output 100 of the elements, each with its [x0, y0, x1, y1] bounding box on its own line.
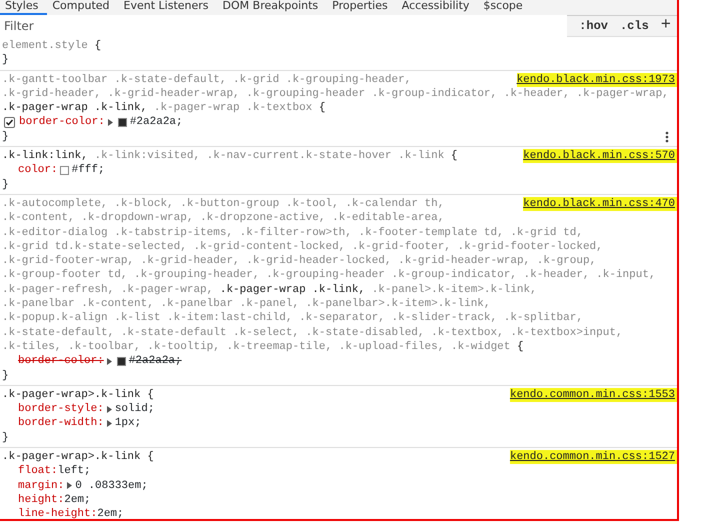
css-selector: .k-widget [450, 340, 510, 353]
css-selector: .k-tiles, [2, 340, 62, 353]
css-selector: .k-calendar th, [345, 198, 444, 210]
property-value: 2em; [64, 492, 91, 508]
property-name: border-color: [19, 115, 105, 130]
opening-brace: { [450, 150, 458, 162]
expand-triangle-icon[interactable] [66, 482, 74, 490]
css-selector: .k-splitbar, [504, 312, 583, 324]
property-value: 2em; [97, 507, 124, 519]
property-name: float: [18, 464, 58, 479]
property-value: solid; [114, 402, 154, 416]
opening-brace: { [517, 340, 524, 353]
css-selector: .k-content, [2, 212, 75, 224]
more-icon[interactable] [665, 130, 669, 143]
devtools-tab[interactable]: Properties [327, 0, 397, 15]
devtools-tab[interactable]: DOM Breakpoints [218, 0, 328, 15]
css-selector: .k-pager-wrap .k-textbox [154, 102, 312, 114]
css-selector: .k-dropdown-wrap, [81, 212, 194, 224]
expand-triangle-icon[interactable] [106, 358, 113, 365]
css-selector: .k-footer-template td, [358, 226, 504, 239]
color-swatch[interactable] [116, 356, 126, 366]
property-value: left; [58, 464, 91, 479]
css-selector: .k-grid-content-locked, [193, 240, 346, 253]
css-selector: .k-separator, [299, 312, 385, 324]
devtools-tab[interactable]: $scope [478, 0, 532, 15]
devtools-tab[interactable]: Computed [47, 0, 119, 15]
css-selector: .k-block, [114, 198, 174, 210]
closing-brace: } [2, 53, 9, 68]
css-selector: .k-state-default .k-select, [120, 326, 300, 339]
color-swatch[interactable] [60, 166, 69, 176]
source-link[interactable]: kendo.black.min.css:470 [523, 196, 677, 212]
color-swatch[interactable] [118, 118, 127, 128]
property-name: height: [18, 492, 64, 508]
property-name: margin: [18, 478, 64, 493]
property-value: 1px; [114, 416, 142, 431]
css-selector: .k-header, [504, 88, 570, 100]
css-selector: .k-gantt-toolbar .k-state-default, [2, 74, 226, 86]
css-selector: .k-state-disabled, [306, 326, 424, 339]
css-selector: .k-grid-footer-wrap, [2, 255, 134, 268]
css-selector: .k-pager-wrap .k-link, [220, 284, 366, 296]
source-link[interactable]: kendo.black.min.css:1973 [516, 72, 677, 87]
property-value: 0 .08333em; [75, 478, 148, 493]
css-selector: .k-toolbar, [68, 340, 141, 353]
css-selector: .k-panelbar .k-panel, [160, 298, 300, 310]
css-selector: .k-link:link, [2, 150, 88, 162]
closing-brace: } [2, 130, 9, 144]
opening-brace: { [147, 388, 154, 401]
css-selector: .k-editor-dialog .k-tabstrip-items, [2, 226, 234, 239]
css-selector: .k-group-footer td, [2, 269, 128, 282]
css-selector: .k-pager-wrap, [120, 284, 214, 296]
expand-triangle-icon[interactable] [106, 420, 113, 428]
css-selector: .k-button-group .k-tool, [180, 198, 339, 210]
property-name: color: [18, 163, 58, 178]
css-selector: .k-grid td, [510, 226, 583, 239]
source-link[interactable]: kendo.common.min.css:1553 [510, 388, 677, 402]
property-value: #2a2a2a; [128, 354, 182, 369]
css-selector: .k-grid td.k-state-selected, [2, 240, 187, 253]
css-selector: .k-grid-footer, [352, 240, 451, 253]
css-selector: .k-grid-header-wrap, [398, 255, 530, 268]
source-link[interactable]: kendo.black.min.css:570 [523, 149, 677, 164]
css-selector: .k-pager-wrap .k-link, [2, 102, 148, 114]
css-selector: .k-header, [524, 269, 590, 282]
css-selector: .k-treemap-tile, [226, 340, 332, 353]
property-value: #2a2a2a; [130, 115, 183, 130]
toolbar-toggle[interactable]: .cls [614, 15, 655, 37]
closing-brace: } [2, 430, 9, 446]
property-name: border-color: [18, 354, 104, 369]
css-selector: .k-pager-wrap>.k-link [2, 451, 141, 464]
property-name: line-height: [18, 507, 98, 519]
css-selector: .k-pager-wrap>.k-link [2, 388, 141, 401]
css-selector: .k-grouping-header .k-group-indicator, [246, 88, 498, 100]
css-selector: .k-state-default, [2, 326, 114, 339]
property-name: border-style: [18, 402, 104, 416]
css-selector: .k-slider-track, [392, 312, 498, 324]
expand-triangle-icon[interactable] [106, 406, 113, 413]
checked-checkbox[interactable] [4, 117, 15, 128]
source-link[interactable]: kendo.common.min.css:1527 [510, 450, 677, 464]
css-selector: .k-textbox>input, [510, 326, 623, 339]
property-name: border-width: [18, 416, 104, 431]
css-selector: .k-grouping-header, [134, 269, 260, 282]
css-selector: .k-popup.k-align .k-list .k-item:last-child, [2, 312, 292, 324]
css-selector: element.style [2, 40, 88, 52]
css-selector: .k-grid-header, [2, 88, 102, 100]
devtools-tab[interactable]: Event Listeners [118, 0, 218, 15]
opening-brace: { [318, 102, 326, 114]
css-selector: .k-panel>.k-item>.k-link, [372, 284, 537, 296]
css-selector: .k-pager-wrap, [576, 88, 669, 100]
closing-brace: } [2, 368, 9, 383]
css-selector: .k-pager-refresh, [2, 284, 114, 296]
css-selector: .k-editable-area, [332, 212, 444, 224]
css-selector: .k-grid .k-grouping-header, [233, 74, 412, 86]
css-selector: .k-textbox, [431, 326, 504, 339]
css-selector: .k-grouping-header .k-group-indicator, [266, 269, 517, 282]
css-selector: .k-dropzone-active, [200, 212, 326, 224]
expand-triangle-icon[interactable] [106, 119, 114, 126]
new-rule-button[interactable]: + [654, 15, 677, 37]
toolbar-toggle[interactable]: :hov [573, 15, 614, 37]
css-selector: .k-grid-footer-locked, [458, 240, 603, 253]
filter-field[interactable]: Filter [0, 15, 568, 37]
devtools-tab[interactable]: Accessibility [396, 0, 478, 15]
